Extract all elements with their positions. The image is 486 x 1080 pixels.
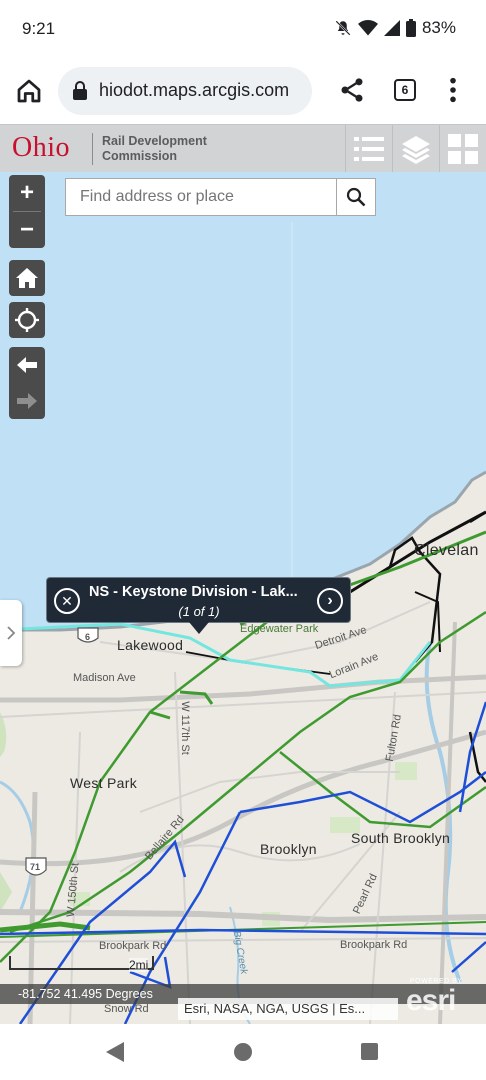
locate-icon <box>15 308 39 332</box>
route-6-shield: 6 <box>85 632 91 642</box>
locate-button[interactable] <box>9 302 45 338</box>
label-cleveland: Clevelan <box>414 542 479 559</box>
tabs-icon[interactable]: 6 <box>394 79 416 101</box>
esri-logo: POWERED BY esri <box>404 978 480 1018</box>
legend-button[interactable] <box>345 125 392 173</box>
system-nav-bar <box>0 1024 486 1080</box>
label-brookpark-rd-left: Brookpark Rd <box>99 940 167 952</box>
app-header: Ohio Rail Development Commission <box>0 124 486 173</box>
layers-button[interactable] <box>392 125 439 173</box>
label-edgewater-park: Edgewater Park <box>240 623 319 635</box>
close-circle-icon[interactable]: ✕ <box>54 588 80 614</box>
signal-icon <box>383 20 400 36</box>
browser-toolbar: hiodot.maps.arcgis.com 6 <box>0 58 486 124</box>
scale-bar: 2mi <box>9 956 154 972</box>
wifi-icon <box>357 20 378 36</box>
zoom-out-button[interactable]: − <box>9 212 45 248</box>
search-widget <box>65 178 376 216</box>
search-input[interactable] <box>66 179 337 215</box>
search-icon <box>346 187 366 207</box>
lock-icon <box>73 81 87 100</box>
home-nav-icon[interactable] <box>234 1043 252 1061</box>
zoom-control: + − <box>9 175 45 248</box>
org-line-1: Rail Development <box>102 134 207 148</box>
status-bar: 9:21 83% <box>0 0 486 58</box>
battery-percent: 83% <box>421 18 456 37</box>
header-divider <box>92 133 93 165</box>
feature-popup: ✕ NS - Keystone Division - Lak... (1 of … <box>46 577 351 634</box>
extent-navigation <box>9 347 45 419</box>
grid-icon <box>448 134 478 164</box>
label-south-brooklyn: South Brooklyn <box>351 830 451 846</box>
more-vert-icon[interactable] <box>446 76 460 104</box>
home-button[interactable] <box>9 260 45 296</box>
zoom-in-button[interactable]: + <box>9 175 45 211</box>
label-brookpark-rd-right: Brookpark Rd <box>340 939 408 951</box>
map-view[interactable]: Clevelan Lakewood West Park Brooklyn Sou… <box>0 172 486 1024</box>
status-time: 9:21 <box>22 19 56 38</box>
attribution[interactable]: Esri, NASA, NGA, USGS | Es... <box>178 998 398 1020</box>
address-bar[interactable]: hiodot.maps.arcgis.com <box>58 67 312 115</box>
mute-icon <box>335 20 351 36</box>
org-name: Rail Development Commission <box>102 134 207 164</box>
arrow-left-icon <box>17 357 37 373</box>
popup-title[interactable]: NS - Keystone Division - Lak... <box>89 584 309 600</box>
back-icon[interactable] <box>106 1042 124 1062</box>
esri-wordmark: esri <box>406 984 456 1017</box>
url-text[interactable]: hiodot.maps.arcgis.com <box>99 80 289 101</box>
side-panel-toggle[interactable] <box>0 600 22 666</box>
chevron-right-icon <box>6 626 15 640</box>
scale-label: 2mi <box>129 958 149 972</box>
ohio-logo: Ohio <box>12 132 70 163</box>
recents-icon[interactable] <box>361 1043 378 1060</box>
coordinate-text: -81.752 41.495 Degrees <box>18 987 153 1001</box>
previous-extent-button[interactable] <box>9 347 45 383</box>
next-extent-button[interactable] <box>9 383 45 419</box>
basemap-gallery-button[interactable] <box>439 125 486 173</box>
arrow-right-icon <box>17 393 37 409</box>
org-line-2: Commission <box>102 149 178 163</box>
route-71-shield: 71 <box>30 862 41 872</box>
search-button[interactable] <box>336 179 375 215</box>
battery-icon <box>405 19 416 37</box>
popup-pointer <box>189 622 209 634</box>
next-circle-icon[interactable]: › <box>317 588 343 614</box>
layers-icon <box>402 136 430 164</box>
label-madison-ave: Madison Ave <box>73 672 136 684</box>
label-west-park: West Park <box>70 775 138 791</box>
list-icon <box>354 137 384 161</box>
label-snow-rd: Snow Rd <box>104 1003 149 1015</box>
map-home-icon <box>16 268 38 288</box>
label-w117th: W 117th St <box>178 701 191 755</box>
home-icon[interactable] <box>14 76 44 106</box>
label-lakewood: Lakewood <box>117 637 184 653</box>
share-icon[interactable] <box>338 76 366 104</box>
popup-count: (1 of 1) <box>178 604 220 619</box>
label-brooklyn: Brooklyn <box>260 841 317 857</box>
